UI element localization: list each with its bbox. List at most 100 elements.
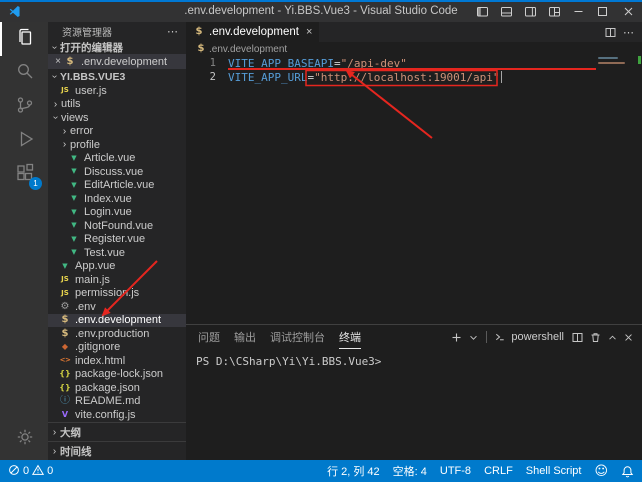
chevron-down-icon[interactable]	[468, 332, 479, 343]
tree-item-app-vue[interactable]: App.vue	[48, 260, 186, 274]
tree-item-label: .env	[75, 301, 96, 313]
run-debug-icon	[15, 129, 35, 154]
cursor-position[interactable]: 行 2, 列 42	[327, 463, 380, 479]
tree-item-index-vue[interactable]: Index.vue	[48, 192, 186, 206]
open-editor-item[interactable]: × .env.development	[48, 54, 186, 69]
activity-settings[interactable]	[0, 422, 48, 456]
activity-run-debug[interactable]	[0, 124, 48, 158]
close-panel-icon[interactable]	[623, 332, 634, 343]
toggle-panel-icon[interactable]	[494, 0, 518, 22]
window-title: .env.development - Yi.BBS.Vue3 - Visual …	[184, 5, 457, 17]
js-file-icon	[59, 273, 71, 286]
language-mode[interactable]: Shell Script	[526, 465, 582, 477]
tree-item--env[interactable]: .env	[48, 300, 186, 314]
code-line-1[interactable]: 1VITE_APP_BASEAPI="/api-dev"	[186, 56, 642, 70]
code-line-2[interactable]: 2VITE_APP_URL="http://localhost:19001/ap…	[186, 70, 642, 84]
editor-more-actions-icon[interactable]: ⋯	[623, 26, 634, 39]
tree-item-package-json[interactable]: package.json	[48, 381, 186, 395]
tree-item-editarticle-vue[interactable]: EditArticle.vue	[48, 179, 186, 193]
new-terminal-icon[interactable]	[450, 331, 463, 344]
maximize-panel-icon[interactable]	[607, 332, 618, 343]
tree-item-vite-config-js[interactable]: vite.config.js	[48, 408, 186, 422]
git-file-icon	[59, 341, 71, 354]
split-terminal-icon[interactable]	[571, 331, 584, 344]
panel-header: 问题输出调试控制台终端 powershell	[186, 325, 642, 349]
kill-terminal-icon[interactable]	[589, 331, 602, 344]
env-file-icon	[64, 55, 76, 68]
tree-item-profile[interactable]: profile	[48, 138, 186, 152]
code-lines: 1VITE_APP_BASEAPI="/api-dev"2VITE_APP_UR…	[186, 56, 642, 84]
vscode-logo-icon	[8, 5, 21, 18]
tree-item-label: package-lock.json	[75, 368, 163, 380]
maximize-button[interactable]	[590, 0, 614, 22]
chevron-down-icon	[49, 43, 60, 52]
close-tab-icon[interactable]: ×	[306, 26, 312, 38]
tree-item-readme-md[interactable]: README.md	[48, 395, 186, 409]
notifications-bell-icon[interactable]	[621, 465, 634, 478]
tree-item-article-vue[interactable]: Article.vue	[48, 152, 186, 166]
tab-env-development[interactable]: .env.development ×	[186, 22, 320, 42]
close-editor-icon[interactable]: ×	[53, 56, 63, 67]
panel-tab-terminal[interactable]: 终端	[339, 325, 361, 349]
timeline-section-header[interactable]: 时间线	[48, 441, 186, 460]
outline-label: 大纲	[60, 425, 81, 440]
indentation-setting[interactable]: 空格: 4	[393, 463, 427, 479]
file-encoding[interactable]: UTF-8	[440, 465, 471, 477]
tree-item-login-vue[interactable]: Login.vue	[48, 206, 186, 220]
toggle-sidebar-icon[interactable]	[470, 0, 494, 22]
tree-item-register-vue[interactable]: Register.vue	[48, 233, 186, 247]
tree-item-label: Test.vue	[84, 247, 125, 259]
more-actions-icon[interactable]: ⋯	[167, 25, 178, 38]
tree-item-label: .gitignore	[75, 341, 120, 353]
tree-item-index-html[interactable]: index.html	[48, 354, 186, 368]
breadcrumb[interactable]: .env.development	[186, 42, 642, 56]
tree-item-user-js[interactable]: user.js	[48, 84, 186, 98]
panel-tab-problems[interactable]: 问题	[198, 325, 220, 349]
minimize-button[interactable]	[566, 0, 590, 22]
end-of-line-setting[interactable]: CRLF	[484, 465, 513, 477]
text-cursor	[501, 71, 502, 83]
tree-item-label: utils	[61, 98, 81, 110]
tree-item-label: package.json	[75, 382, 140, 394]
close-window-button[interactable]	[614, 0, 642, 22]
panel-tab-output[interactable]: 输出	[234, 325, 256, 349]
minimap[interactable]	[598, 57, 628, 67]
open-editors-header[interactable]: 打开的编辑器	[48, 40, 186, 54]
terminal-shell-label[interactable]: powershell	[511, 331, 564, 343]
toggle-secondary-sidebar-icon[interactable]	[518, 0, 542, 22]
project-root-header[interactable]: YI.BBS.VUE3	[48, 69, 186, 84]
panel-tabs: 问题输出调试控制台终端	[186, 325, 361, 349]
customize-layout-icon[interactable]	[542, 0, 566, 22]
tree-item-permission-js[interactable]: permission.js	[48, 287, 186, 301]
tree-item-label: EditArticle.vue	[84, 179, 154, 191]
panel-tab-debug-console[interactable]: 调试控制台	[270, 325, 325, 349]
tree-item-main-js[interactable]: main.js	[48, 273, 186, 287]
tree-item-test-vue[interactable]: Test.vue	[48, 246, 186, 260]
feedback-smiley-icon[interactable]: ☺	[594, 464, 608, 479]
activity-extensions[interactable]: 1	[0, 158, 48, 192]
terminal-output[interactable]: PS D:\CSharp\Yi\Yi.BBS.Vue3>	[186, 349, 642, 460]
tree-item-error[interactable]: error	[48, 125, 186, 139]
outline-section-header[interactable]: 大纲	[48, 422, 186, 441]
tree-item-label: README.md	[75, 395, 140, 407]
tree-item--gitignore[interactable]: .gitignore	[48, 341, 186, 355]
code-editor[interactable]: 1VITE_APP_BASEAPI="/api-dev"2VITE_APP_UR…	[186, 56, 642, 324]
tree-item-notfound-vue[interactable]: NotFound.vue	[48, 219, 186, 233]
activity-source-control[interactable]	[0, 90, 48, 124]
tree-item-label: Discuss.vue	[84, 166, 143, 178]
warning-icon	[32, 464, 44, 479]
tree-item-views[interactable]: views	[48, 111, 186, 125]
tree-item-utils[interactable]: utils	[48, 98, 186, 112]
problems-status[interactable]: 0 0	[8, 464, 53, 479]
tree-item-package-lock-json[interactable]: package-lock.json	[48, 368, 186, 382]
md-file-icon	[59, 395, 71, 408]
split-editor-icon[interactable]	[604, 26, 617, 39]
vue-file-icon	[68, 233, 80, 246]
tree-item-discuss-vue[interactable]: Discuss.vue	[48, 165, 186, 179]
code-token: "/api-dev"	[341, 57, 407, 70]
chevron-right-icon	[51, 99, 60, 110]
tree-item--env-production[interactable]: .env.production	[48, 327, 186, 341]
tree-item--env-development[interactable]: .env.development	[48, 314, 186, 328]
activity-explorer[interactable]	[0, 22, 48, 56]
activity-search[interactable]	[0, 56, 48, 90]
